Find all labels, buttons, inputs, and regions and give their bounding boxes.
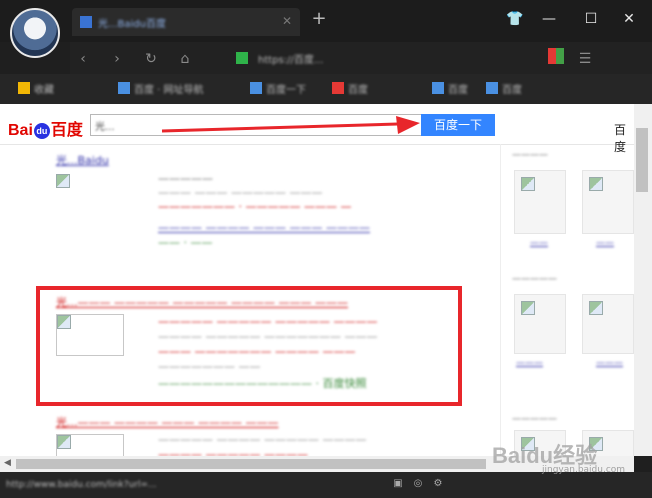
bookmark-favicon-icon (18, 82, 30, 94)
back-button[interactable]: ‹ (74, 50, 92, 68)
logo-text-cn: 百度 (50, 122, 83, 139)
home-button[interactable]: ⌂ (176, 50, 194, 68)
bookmark-favicon-icon (486, 82, 498, 94)
profile-avatar[interactable] (10, 8, 60, 58)
right-tile-caption[interactable]: —— (530, 238, 548, 248)
new-tab-button[interactable]: + (310, 10, 328, 28)
address-text: https://百度... (258, 55, 324, 66)
logo-text-bai: Bai (8, 122, 33, 139)
top-nav-link[interactable]: 百度 (614, 121, 634, 155)
broken-image-icon (521, 177, 535, 191)
maximize-button[interactable]: ☐ (576, 8, 606, 30)
annotation-arrow-icon (161, 116, 420, 134)
status-url-text: http://www.baidu.com/link?url=... (6, 480, 157, 490)
result-title[interactable]: 光...Baidu (56, 152, 109, 168)
result-title[interactable]: 光...——— ———— ——— ———— ——— (56, 414, 278, 430)
snippet-line: ————— ———— ————— ———— (158, 433, 367, 446)
snippet-line[interactable]: ———— ———— ——— ——— ———— (158, 220, 438, 236)
result-snippet: ————— ———— ————— ———— ———— ————— ———— (158, 432, 448, 456)
status-icon[interactable]: ◎ (412, 478, 424, 490)
result-thumbnail (56, 434, 124, 456)
skin-icon[interactable]: 👕 (500, 8, 530, 30)
bookmark-label: 百度 (448, 85, 468, 96)
result-snippet: ————— ——— ——— ————— ——— ——————— · ————— … (158, 172, 438, 250)
bookmark-favicon-icon (332, 82, 344, 94)
search-button[interactable]: 百度一下 (421, 114, 495, 136)
tab-active[interactable]: 光...Baidu百度 ✕ (72, 8, 300, 36)
forward-button[interactable]: › (108, 50, 126, 68)
result-title-text[interactable]: 光...Baidu (56, 154, 109, 167)
tab-close-icon[interactable]: ✕ (282, 14, 292, 28)
broken-image-icon (589, 301, 603, 315)
tab-title: 光...Baidu百度 (98, 19, 166, 30)
search-query-text: 光... (95, 122, 115, 133)
address-bar[interactable]: https://百度... (236, 49, 406, 67)
right-image-tile[interactable] (582, 170, 634, 234)
bookmark-label: 收藏 (34, 85, 54, 96)
right-tile-caption[interactable]: ——— (516, 358, 543, 368)
snippet-line: ——————— · ————— ——— — (158, 200, 352, 213)
annotation-highlight-box (36, 286, 462, 406)
bookmarks-bar (0, 74, 652, 104)
result-title-text[interactable]: 光...——— ———— ——— ———— ——— (56, 416, 278, 429)
bookmark-label: 百度一下 (266, 85, 306, 96)
baidu-logo[interactable]: Bai du 百度 (8, 116, 83, 140)
vertical-scroll-thumb[interactable] (636, 128, 648, 192)
tab-favicon-icon (80, 16, 92, 28)
column-divider (500, 144, 501, 456)
bookmark-favicon-icon (118, 82, 130, 94)
status-icon[interactable]: ⚙ (432, 478, 444, 490)
snippet-line: ————— (158, 172, 213, 185)
baidu-paw-icon: du (33, 122, 50, 139)
horizontal-scroll-thumb[interactable] (16, 459, 486, 469)
bookmark-favicon-icon (432, 82, 444, 94)
right-section-heading: ———— (512, 150, 548, 160)
broken-image-icon (521, 301, 535, 315)
menu-icon[interactable]: ☰ (576, 50, 594, 68)
secure-site-icon (236, 52, 248, 64)
minimize-button[interactable]: — (534, 8, 564, 30)
watermark-url: jingyan.baidu.com (542, 465, 626, 475)
scroll-left-icon[interactable]: ◀ (4, 458, 11, 468)
bookmark-label: 百度 (502, 85, 522, 96)
bookmark-favicon-icon (250, 82, 262, 94)
right-image-tile[interactable] (514, 170, 566, 234)
snippet-line: ——— ——— ————— ——— (158, 186, 323, 199)
broken-image-icon (57, 435, 71, 449)
status-icon[interactable]: ▣ (392, 478, 404, 490)
extension-icon[interactable] (548, 48, 564, 64)
web-page: Bai du 百度 光... 百度一下 百度 光...Baidu ————— ———… (0, 104, 634, 456)
close-button[interactable]: ✕ (614, 8, 644, 30)
snippet-line: ———— ————— ———— (158, 448, 308, 456)
broken-image-icon (589, 177, 603, 191)
right-image-tile[interactable] (582, 294, 634, 354)
result-url: —— · —— (158, 236, 213, 249)
refresh-button[interactable]: ↻ (142, 50, 160, 68)
right-image-tile[interactable] (514, 294, 566, 354)
broken-image-icon (56, 174, 70, 188)
bookmark-label: 百度 (348, 85, 368, 96)
right-tile-caption[interactable]: —— (596, 238, 614, 248)
right-section-heading: ————— (512, 414, 557, 424)
result-thumbnail (56, 174, 70, 188)
bookmark-label: 百度 · 网址导航 (134, 85, 204, 96)
right-tile-caption[interactable]: ——— (596, 358, 623, 368)
right-section-heading: ————— (512, 274, 557, 284)
